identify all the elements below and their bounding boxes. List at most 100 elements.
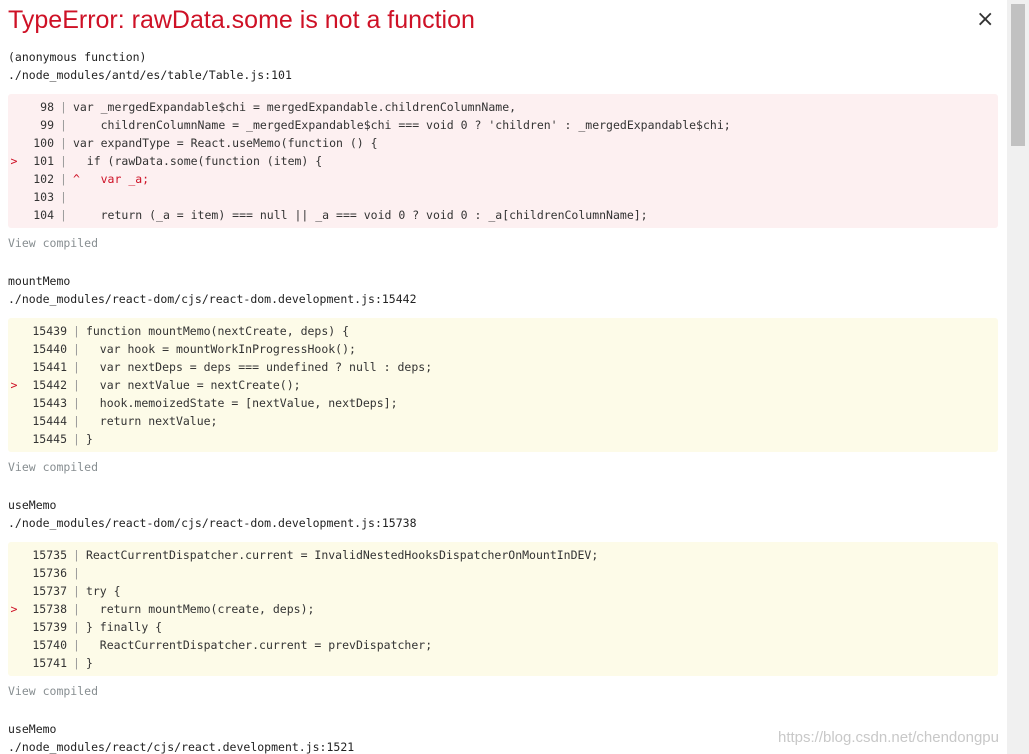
code-line: 103 | <box>8 188 998 206</box>
error-line-marker-icon <box>8 412 20 430</box>
code-text: var hook = mountWorkInProgressHook(); <box>85 342 356 356</box>
line-number: 102 <box>33 172 54 186</box>
line-number: 100 <box>33 136 54 150</box>
line-number: 15443 <box>32 396 67 410</box>
watermark-text: https://blog.csdn.net/chendongpu <box>777 729 999 746</box>
code-text: hook.memoizedState = [nextValue, nextDep… <box>85 396 398 410</box>
line-number: 101 <box>33 154 54 168</box>
gutter-divider: | <box>60 118 67 132</box>
error-line-marker-icon: > <box>10 378 18 392</box>
line-number: 15740 <box>32 638 67 652</box>
code-line: 15735 | ReactCurrentDispatcher.current = I… <box>8 546 998 564</box>
error-line-marker-icon <box>8 206 20 224</box>
frame-function-name: mountMemo <box>8 274 71 288</box>
error-line-marker-icon <box>8 340 20 358</box>
code-text: var expandType = React.useMemo(function … <box>72 136 378 150</box>
code-line: 99 | childrenColumnName = _mergedExpandab… <box>8 116 998 134</box>
gutter-divider: | <box>73 396 80 410</box>
code-line: 15443 | hook.memoizedState = [nextValue, … <box>8 394 998 412</box>
code-line: 15740 | ReactCurrentDispatcher.current = … <box>8 636 998 654</box>
gutter-divider: | <box>60 172 67 186</box>
line-number: 15738 <box>32 602 67 616</box>
error-line-marker-icon <box>8 394 20 412</box>
gutter-divider: | <box>73 324 80 338</box>
code-snippet: 15439 | function mountMemo(nextCreate, dep… <box>8 318 998 452</box>
code-line: 100 | var expandType = React.useMemo(funct… <box>8 134 998 152</box>
error-line-marker-icon <box>8 636 20 654</box>
stack-frames: (anonymous function) ./node_modules/antd/… <box>0 48 1007 754</box>
line-number: 98 <box>40 100 54 114</box>
code-text: ReactCurrentDispatcher.current = Invalid… <box>85 548 599 562</box>
code-text: var nextValue = nextCreate(); <box>85 378 301 392</box>
error-line-marker-icon <box>8 322 20 340</box>
code-snippet: 98 | var _mergedExpandable$chi = mergedExp… <box>8 94 998 228</box>
view-compiled-link[interactable]: View compiled <box>8 458 1007 476</box>
code-line: 15737 | try { <box>8 582 998 600</box>
code-line: 98 | var _mergedExpandable$chi = mergedExp… <box>8 98 998 116</box>
code-line: 15440 | var hook = mountWorkInProgressHoo… <box>8 340 998 358</box>
frame-function-name: (anonymous function) <box>8 50 147 64</box>
line-number: 15445 <box>32 432 67 446</box>
gutter-divider: | <box>73 638 80 652</box>
error-title: TypeError: rawData.some is not a functio… <box>8 6 475 34</box>
view-compiled-link[interactable]: View compiled <box>8 682 1007 700</box>
gutter-divider: | <box>60 100 67 114</box>
code-text: ^ var _a; <box>72 172 150 186</box>
code-line: 15739 |} finally { <box>8 618 998 636</box>
stack-frame: mountMemo ./node_modules/react-dom/cjs/re… <box>0 272 1007 476</box>
code-line: 104 | return (_a = item) === null || _a =… <box>8 206 998 224</box>
code-line: 15445 |} <box>8 430 998 448</box>
error-line-marker-icon <box>8 116 20 134</box>
code-text: var nextDeps = deps === undefined ? null… <box>85 360 433 374</box>
code-line: 15441 | var nextDeps = deps === undefined… <box>8 358 998 376</box>
code-text: ReactCurrentDispatcher.current = prevDis… <box>85 638 433 652</box>
gutter-divider: | <box>60 136 67 150</box>
error-line-marker-icon <box>8 564 20 582</box>
error-line-marker-icon <box>8 582 20 600</box>
vertical-scrollbar[interactable] <box>1007 0 1029 754</box>
error-line-marker-icon: > <box>10 154 18 168</box>
close-icon[interactable]: × <box>976 8 994 32</box>
line-number: 15441 <box>32 360 67 374</box>
stack-frame: (anonymous function) ./node_modules/antd/… <box>0 48 1007 252</box>
gutter-divider: | <box>73 378 80 392</box>
code-line: 15444 | return nextValue; <box>8 412 998 430</box>
line-number: 15735 <box>32 548 67 562</box>
line-number: 99 <box>40 118 54 132</box>
error-line-marker-icon <box>8 98 20 116</box>
code-text: if (rawData.some(function (item) { <box>72 154 323 168</box>
code-text: } <box>85 656 93 670</box>
view-compiled-link[interactable]: View compiled <box>8 234 1007 252</box>
error-line-marker-icon <box>8 430 20 448</box>
overlay-header: TypeError: rawData.some is not a functio… <box>0 0 1007 44</box>
code-text: } finally { <box>85 620 163 634</box>
line-number: 104 <box>33 208 54 222</box>
code-line: >15442 | var nextValue = nextCreate(); <box>8 376 998 394</box>
line-number: 15737 <box>32 584 67 598</box>
code-line: 102 | ^ var _a; <box>8 170 998 188</box>
code-text: } <box>85 432 93 446</box>
line-number: 15736 <box>32 566 67 580</box>
code-line: 15736 | <box>8 564 998 582</box>
code-text: childrenColumnName = _mergedExpandable$c… <box>72 118 731 132</box>
line-number: 103 <box>33 190 54 204</box>
code-text: function mountMemo(nextCreate, deps) { <box>85 324 350 338</box>
code-text: return nextValue; <box>85 414 218 428</box>
line-number: 15741 <box>32 656 67 670</box>
code-text: try { <box>85 584 121 598</box>
gutter-divider: | <box>73 432 80 446</box>
gutter-divider: | <box>73 584 80 598</box>
gutter-divider: | <box>73 566 80 580</box>
error-line-marker-icon <box>8 358 20 376</box>
gutter-divider: | <box>60 154 67 168</box>
scrollbar-thumb[interactable] <box>1011 4 1025 146</box>
frame-function-name: useMemo <box>8 498 57 512</box>
gutter-divider: | <box>73 620 80 634</box>
gutter-divider: | <box>73 548 80 562</box>
error-line-marker-icon <box>8 654 20 672</box>
gutter-divider: | <box>60 190 67 204</box>
code-snippet: 15735 | ReactCurrentDispatcher.current = I… <box>8 542 998 676</box>
code-line: >101 | if (rawData.some(function (item) { <box>8 152 998 170</box>
code-text: return mountMemo(create, deps); <box>85 602 315 616</box>
gutter-divider: | <box>73 360 80 374</box>
